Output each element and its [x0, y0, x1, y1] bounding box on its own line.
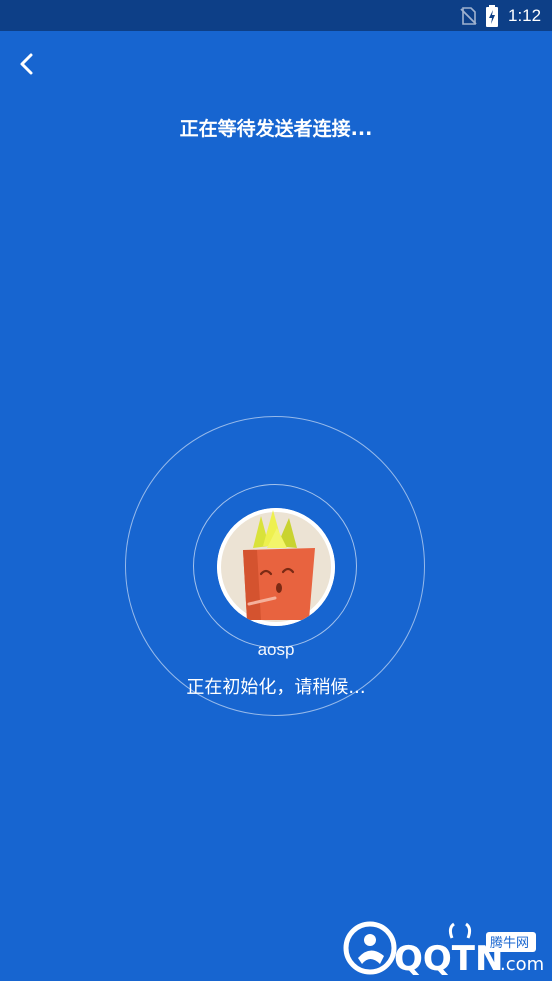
avatar[interactable] [217, 508, 335, 626]
status-bar: 1:12 [0, 0, 552, 31]
back-button[interactable] [12, 50, 42, 80]
status-time: 1:12 [508, 6, 542, 25]
chevron-left-icon [20, 53, 33, 75]
svg-text:腾牛网: 腾牛网 [490, 935, 529, 951]
qqtn-watermark-logo: QQTN .com 腾牛网 [343, 921, 544, 976]
svg-text:.com: .com [500, 954, 544, 975]
page-title: 正在等待发送者连接... [179, 118, 373, 140]
status-message: 正在初始化，请稍候... [186, 677, 366, 698]
no-sim-icon [460, 7, 477, 25]
battery-charging-icon [486, 5, 498, 27]
device-name: aosp [257, 640, 295, 659]
carrot-avatar-icon [217, 508, 335, 626]
